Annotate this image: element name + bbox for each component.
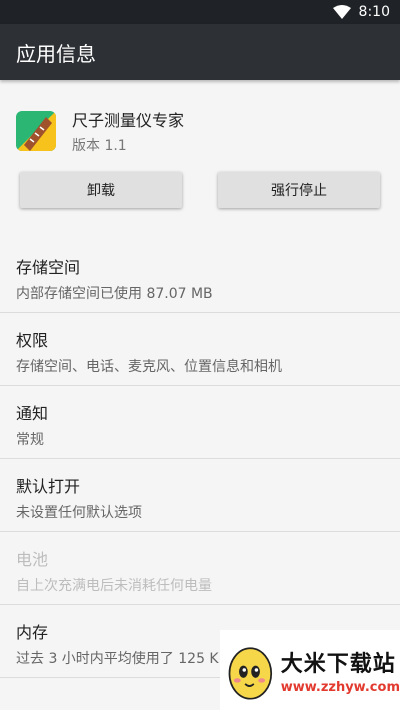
- app-name: 尺子测量仪专家: [72, 111, 185, 130]
- list-item-open-by-default[interactable]: 默认打开 未设置任何默认选项: [0, 459, 400, 532]
- item-title: 电池: [16, 550, 49, 569]
- status-bar: 8:10: [0, 0, 400, 24]
- item-subtitle: 内部存储空间已使用 87.07 MB: [16, 286, 213, 302]
- item-subtitle: 未设置任何默认选项: [16, 505, 142, 521]
- uninstall-button[interactable]: 卸载: [20, 172, 182, 208]
- watermark-title: 大米下载站: [280, 651, 396, 677]
- settings-list: 存储空间 内部存储空间已使用 87.07 MB 权限 存储空间、电话、麦克风、位…: [0, 240, 400, 678]
- app-header: 尺子测量仪专家 版本 1.1: [0, 80, 400, 162]
- item-subtitle: 常规: [16, 432, 44, 448]
- app-version: 版本 1.1: [72, 138, 127, 154]
- item-title: 通知: [16, 404, 49, 423]
- item-subtitle: 自上次充满电后未消耗任何电量: [16, 578, 212, 594]
- item-subtitle: 存储空间、电话、麦克风、位置信息和相机: [16, 359, 282, 375]
- force-stop-button[interactable]: 强行停止: [218, 172, 380, 208]
- watermark: 大米下载站 www.zzhyw.com: [220, 630, 400, 710]
- list-item-notifications[interactable]: 通知 常规: [0, 386, 400, 459]
- egg-mascot-icon: [228, 647, 273, 700]
- item-title: 默认打开: [16, 477, 81, 496]
- watermark-url: www.zzhyw.com: [280, 679, 400, 695]
- action-buttons: 卸载 强行停止: [0, 162, 400, 220]
- list-item-permissions[interactable]: 权限 存储空间、电话、麦克风、位置信息和相机: [0, 313, 400, 386]
- app-info: 尺子测量仪专家 版本 1.1: [72, 107, 184, 155]
- status-time: 8:10: [358, 4, 390, 20]
- list-item-storage[interactable]: 存储空间 内部存储空间已使用 87.07 MB: [0, 240, 400, 313]
- wifi-icon: [332, 5, 351, 19]
- page-title: 应用信息: [16, 41, 96, 66]
- list-item-battery: 电池 自上次充满电后未消耗任何电量: [0, 532, 400, 605]
- item-title: 权限: [16, 331, 49, 350]
- item-title: 存储空间: [16, 258, 81, 277]
- watermark-text: 大米下载站 www.zzhyw.com: [281, 646, 400, 695]
- ruler-app-icon: [16, 111, 56, 151]
- app-bar: 应用信息: [0, 24, 400, 80]
